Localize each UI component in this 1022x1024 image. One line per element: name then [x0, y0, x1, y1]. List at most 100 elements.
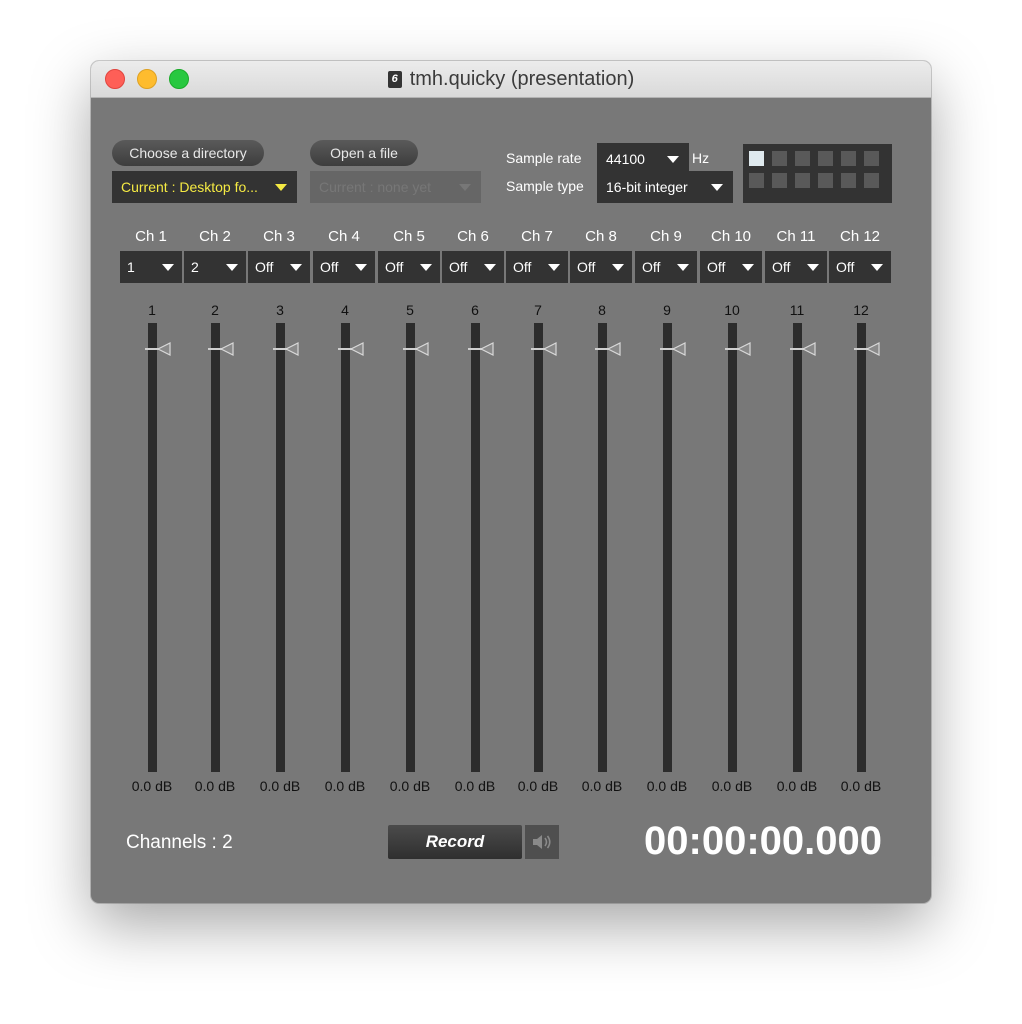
gain-readout: 0.0 dB — [131, 778, 173, 794]
directory-menu[interactable]: Current : Desktop fo... — [112, 171, 297, 203]
triangle-left-icon[interactable] — [607, 342, 621, 356]
matrix-cell[interactable] — [772, 151, 787, 166]
triangle-left-icon[interactable] — [285, 342, 299, 356]
app-window: 6 tmh.quicky (presentation) Choose a dir… — [91, 61, 931, 903]
record-button[interactable]: Record — [388, 825, 522, 859]
chevron-down-icon — [162, 264, 174, 271]
elapsed-timer: 00:00:00.000 — [644, 819, 882, 863]
channel-input-menu[interactable]: Off — [248, 251, 310, 283]
gain-slider[interactable] — [148, 323, 157, 772]
triangle-left-icon[interactable] — [672, 342, 686, 356]
sample-type-value: 16-bit integer — [606, 179, 688, 195]
gain-readout: 0.0 dB — [646, 778, 688, 794]
window-title: tmh.quicky (presentation) — [409, 67, 635, 90]
slider-number: 4 — [341, 302, 349, 318]
channel-input-value: Off — [836, 259, 855, 275]
matrix-cell[interactable] — [795, 173, 810, 188]
matrix-cell[interactable] — [818, 173, 833, 188]
gain-slider[interactable] — [598, 323, 607, 772]
channel-label: Ch 5 — [393, 228, 425, 245]
triangle-left-icon[interactable] — [415, 342, 429, 356]
directory-menu-value: Current : Desktop fo... — [121, 179, 258, 195]
chevron-down-icon — [807, 264, 819, 271]
channel-input-menu[interactable]: Off — [570, 251, 632, 283]
sample-type-menu[interactable]: 16-bit integer — [597, 171, 733, 203]
channel-input-value: Off — [449, 259, 468, 275]
triangle-left-icon[interactable] — [737, 342, 751, 356]
matrix-cell[interactable] — [864, 173, 879, 188]
gain-readout: 0.0 dB — [840, 778, 882, 794]
gain-slider[interactable] — [793, 323, 802, 772]
triangle-left-icon[interactable] — [157, 342, 171, 356]
matrix-cell[interactable] — [841, 151, 856, 166]
channel-label: Ch 7 — [521, 228, 553, 245]
matrix-cell[interactable] — [795, 151, 810, 166]
speaker-toggle[interactable] — [525, 825, 559, 859]
chevron-down-icon — [275, 184, 287, 191]
slider-number: 12 — [853, 302, 869, 318]
sample-rate-label: Sample rate — [506, 150, 582, 166]
channel-input-menu[interactable]: Off — [506, 251, 568, 283]
channel-label: Ch 9 — [650, 228, 682, 245]
channel-input-menu[interactable]: 1 — [120, 251, 182, 283]
matrix-cell[interactable] — [772, 173, 787, 188]
matrix-cell[interactable] — [749, 173, 764, 188]
open-file-button[interactable]: Open a file — [310, 140, 418, 166]
matrix-cell[interactable] — [841, 173, 856, 188]
gain-readout: 0.0 dB — [517, 778, 559, 794]
channel-input-value: Off — [513, 259, 532, 275]
gain-slider[interactable] — [276, 323, 285, 772]
chevron-down-icon — [290, 264, 302, 271]
gain-readout: 0.0 dB — [259, 778, 301, 794]
chevron-down-icon — [226, 264, 238, 271]
channel-input-menu[interactable]: Off — [378, 251, 440, 283]
channel-input-value: 2 — [191, 259, 199, 275]
chevron-down-icon — [484, 264, 496, 271]
triangle-left-icon[interactable] — [350, 342, 364, 356]
triangle-left-icon[interactable] — [543, 342, 557, 356]
channel-input-value: Off — [707, 259, 726, 275]
matrix-cell[interactable] — [864, 151, 879, 166]
channel-input-menu[interactable]: Off — [765, 251, 827, 283]
choose-directory-button[interactable]: Choose a directory — [112, 140, 264, 166]
gain-slider[interactable] — [341, 323, 350, 772]
matrix-cell[interactable] — [749, 151, 764, 166]
speaker-icon — [533, 835, 551, 849]
channel-input-menu[interactable]: Off — [829, 251, 891, 283]
channel-input-value: Off — [320, 259, 339, 275]
channel-input-menu[interactable]: Off — [635, 251, 697, 283]
channel-input-menu[interactable]: Off — [313, 251, 375, 283]
chevron-down-icon — [420, 264, 432, 271]
triangle-left-icon[interactable] — [480, 342, 494, 356]
gain-readout: 0.0 dB — [776, 778, 818, 794]
channel-label: Ch 3 — [263, 228, 295, 245]
gain-slider[interactable] — [406, 323, 415, 772]
channel-input-menu[interactable]: 2 — [184, 251, 246, 283]
gain-slider[interactable] — [211, 323, 220, 772]
file-menu-value: Current : none yet — [319, 179, 432, 195]
triangle-left-icon[interactable] — [802, 342, 816, 356]
chevron-down-icon — [677, 264, 689, 271]
triangle-left-icon[interactable] — [220, 342, 234, 356]
gain-slider[interactable] — [663, 323, 672, 772]
slider-number: 2 — [211, 302, 219, 318]
channel-input-value: Off — [255, 259, 274, 275]
slider-number: 7 — [534, 302, 542, 318]
gain-slider[interactable] — [728, 323, 737, 772]
channels-count: Channels : 2 — [126, 832, 233, 853]
gain-slider[interactable] — [471, 323, 480, 772]
channel-label: Ch 6 — [457, 228, 489, 245]
gain-slider[interactable] — [857, 323, 866, 772]
gain-readout: 0.0 dB — [389, 778, 431, 794]
channel-input-menu[interactable]: Off — [700, 251, 762, 283]
chevron-down-icon — [667, 156, 679, 163]
gain-slider[interactable] — [534, 323, 543, 772]
matrix-cell[interactable] — [818, 151, 833, 166]
triangle-left-icon[interactable] — [866, 342, 880, 356]
slider-number: 1 — [148, 302, 156, 318]
channel-input-value: Off — [772, 259, 791, 275]
channel-input-menu[interactable]: Off — [442, 251, 504, 283]
chevron-down-icon — [355, 264, 367, 271]
chevron-down-icon — [459, 184, 471, 191]
routing-matrix[interactable] — [743, 144, 892, 203]
